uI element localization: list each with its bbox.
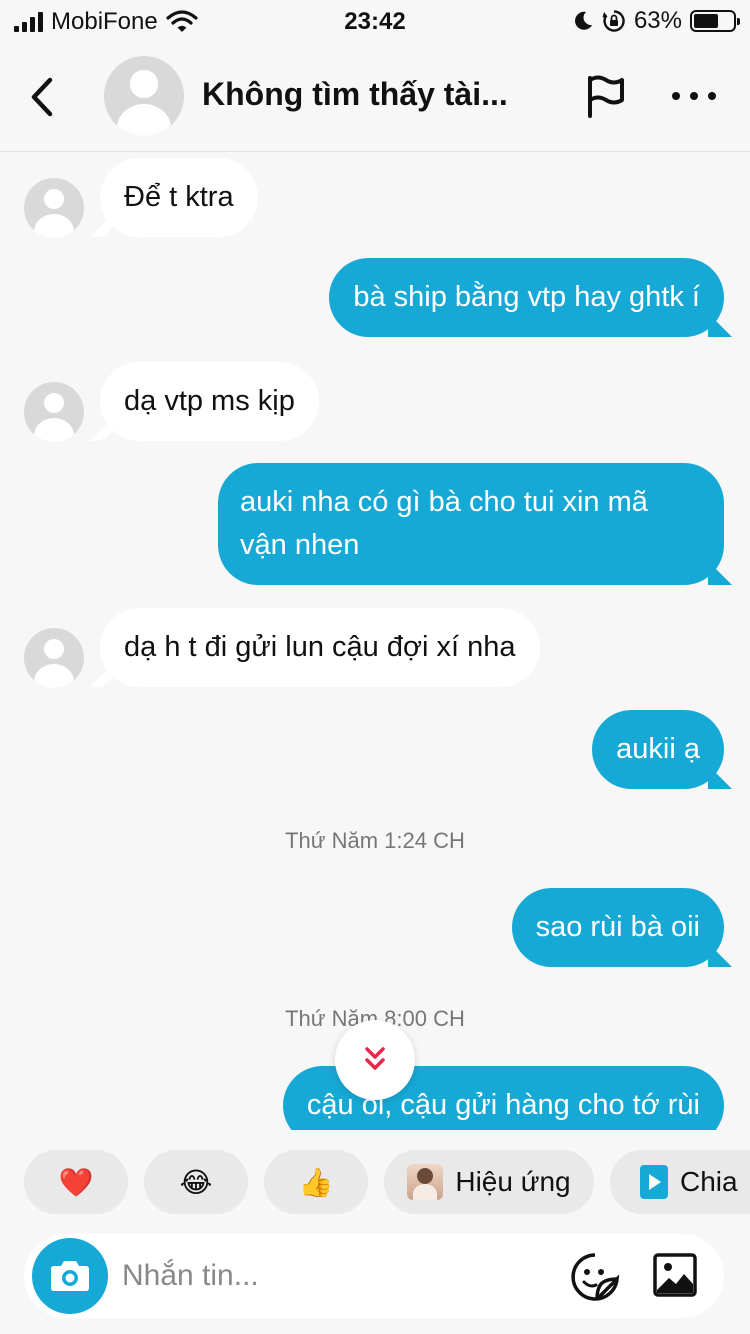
status-right: 63% <box>572 7 740 35</box>
effect-thumbnail-icon <box>407 1164 444 1200</box>
heart-icon: ❤️ <box>58 1166 94 1198</box>
heart-reaction-button[interactable]: ❤️ <box>24 1150 128 1214</box>
laughing-emoji-icon: 😂 <box>179 1166 213 1198</box>
sender-avatar[interactable] <box>24 382 84 442</box>
camera-icon <box>51 1261 89 1291</box>
back-icon[interactable] <box>26 76 62 118</box>
battery-fill <box>694 14 718 28</box>
compose-bar <box>24 1234 724 1318</box>
battery-icon <box>690 10 740 32</box>
outgoing-message[interactable]: sao rùi bà oii <box>511 888 724 967</box>
share-label: Chia <box>680 1166 738 1197</box>
status-bar: MobiFone 23:42 63% <box>0 0 750 40</box>
scroll-to-bottom-button[interactable] <box>335 1020 415 1100</box>
camera-button[interactable] <box>32 1238 108 1314</box>
timestamp: Thứ Năm 1:24 CH <box>285 828 465 853</box>
share-icon <box>640 1165 668 1199</box>
sender-avatar[interactable] <box>24 628 84 688</box>
share-button[interactable]: Chia <box>610 1150 750 1214</box>
incoming-message[interactable]: dạ vtp ms kịp <box>100 362 319 441</box>
outgoing-message[interactable]: aukii ạ <box>592 710 724 789</box>
chat-title[interactable]: Không tìm thấy tài... <box>202 76 532 113</box>
thumbs-up-icon: 👍 <box>298 1166 334 1198</box>
outgoing-message[interactable]: auki nha có gì bà cho tui xin mã vận nhe… <box>218 463 724 585</box>
effects-label: Hiệu ứng <box>455 1166 571 1197</box>
double-chevron-down-icon <box>365 1047 385 1070</box>
moon-icon <box>575 11 592 30</box>
more-icon[interactable] <box>672 82 716 110</box>
gallery-icon[interactable] <box>652 1252 698 1298</box>
battery-percent: 63% <box>633 7 682 34</box>
thumbs-up-reaction-button[interactable]: 👍 <box>264 1150 368 1214</box>
laugh-reaction-button[interactable]: 😂 <box>144 1150 248 1214</box>
rotation-lock-icon <box>602 10 625 32</box>
incoming-message[interactable]: dạ h t đi gửi lun cậu đợi xí nha <box>100 608 540 687</box>
sender-avatar[interactable] <box>24 178 84 238</box>
incoming-message[interactable]: Để t ktra <box>100 158 258 237</box>
effects-button[interactable]: Hiệu ứng <box>384 1150 594 1214</box>
avatar[interactable] <box>104 56 184 136</box>
chat-screen: MobiFone 23:42 63% Không tìm thấy tài...… <box>0 0 750 1334</box>
sticker-icon[interactable] <box>570 1252 620 1302</box>
flag-icon[interactable] <box>582 74 628 120</box>
quick-reactions-bar: ❤️ 😂 👍 Hiệu ứng Chia <box>0 1130 750 1234</box>
chat-header: Không tìm thấy tài... <box>0 40 750 152</box>
message-input[interactable] <box>122 1252 542 1300</box>
outgoing-message[interactable]: bà ship bằng vtp hay ghtk í <box>329 258 724 337</box>
